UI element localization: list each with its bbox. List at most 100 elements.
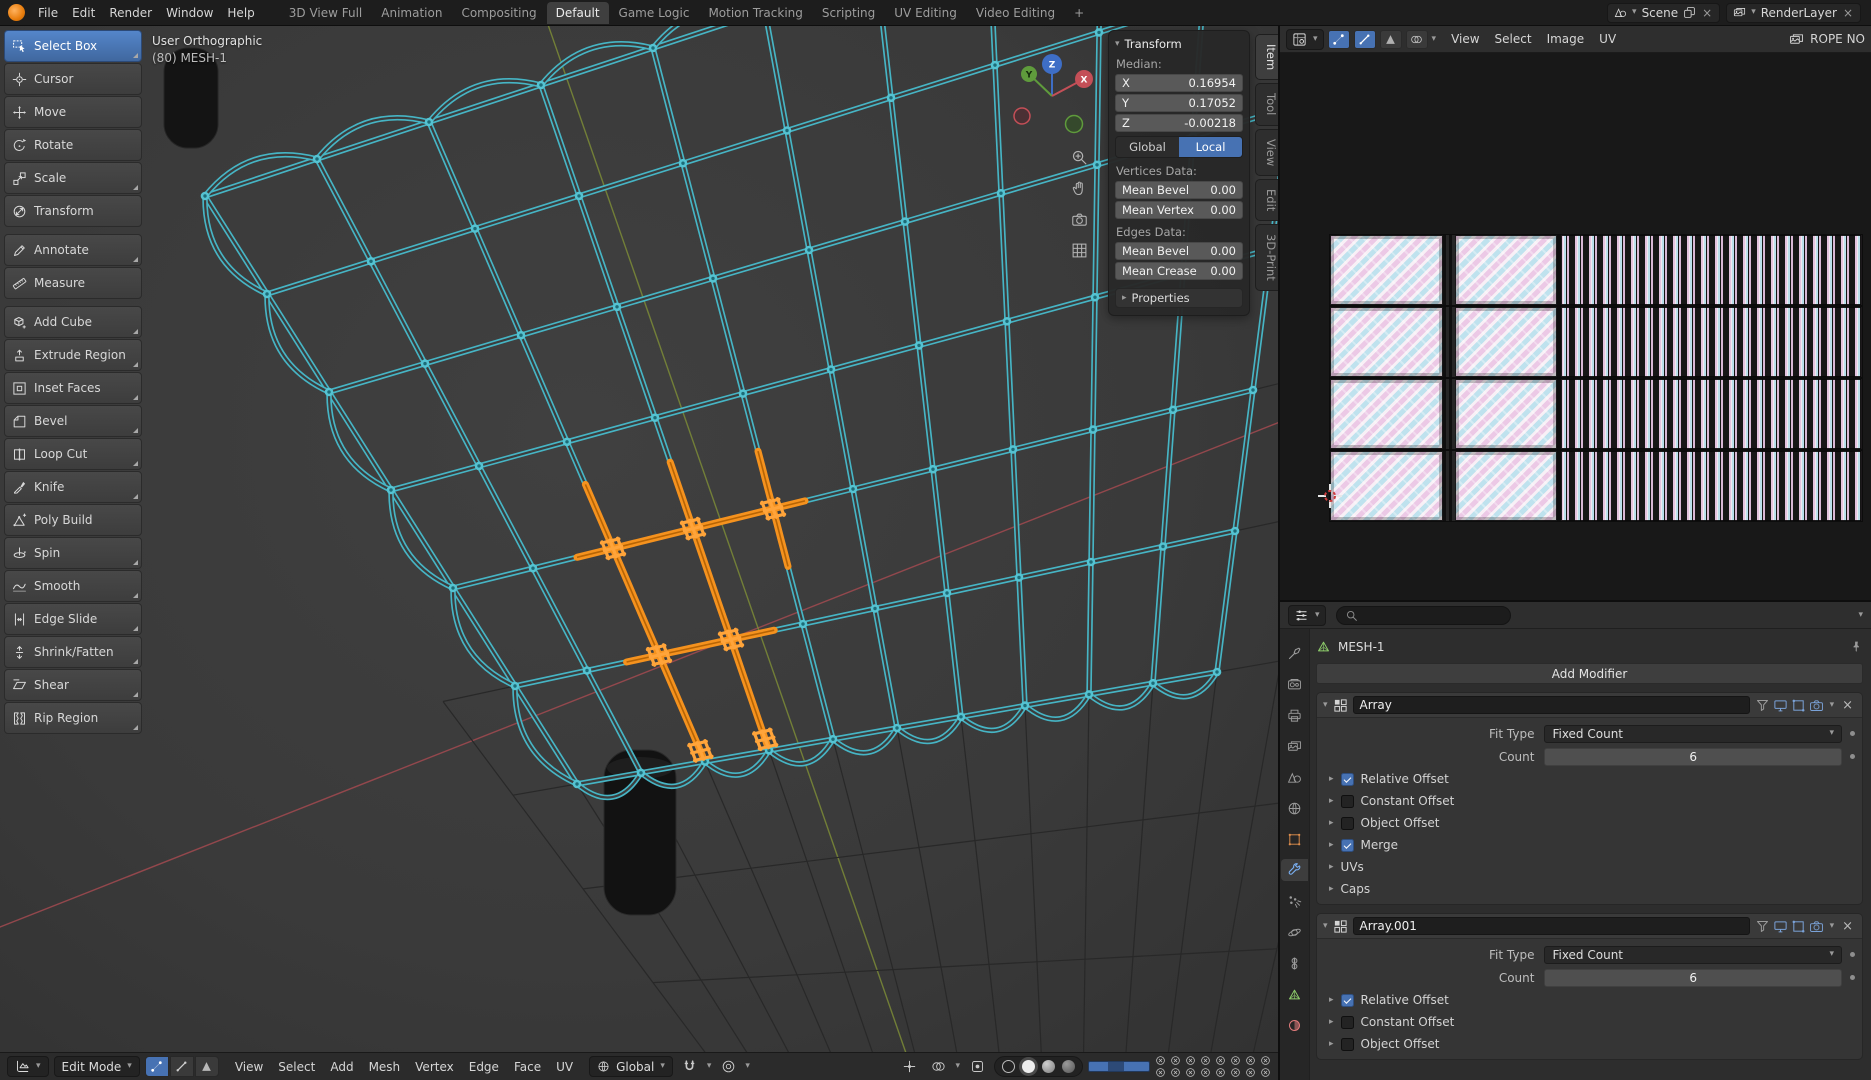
delete-modifier-button[interactable]: ×: [1839, 919, 1856, 934]
display-render-icon[interactable]: [1809, 918, 1825, 934]
collapse-chevron-icon[interactable]: ▾: [1115, 39, 1120, 49]
layer-browse-chevron[interactable]: ▾: [1751, 8, 1756, 17]
uv-vertex-select-button[interactable]: [1327, 29, 1350, 49]
expand-chevron-icon[interactable]: ▾: [1323, 921, 1328, 931]
uv-island-select-button[interactable]: [1405, 29, 1428, 49]
display-render-icon[interactable]: [1809, 697, 1825, 713]
modifier-name-field[interactable]: Array: [1352, 696, 1750, 714]
ortho-grid-icon[interactable]: [1068, 239, 1090, 261]
tool-rotate[interactable]: Rotate: [4, 129, 142, 161]
viewport-menu-add[interactable]: Add: [323, 1057, 360, 1077]
props-tab-tool[interactable]: [1281, 642, 1308, 664]
edge-mean-crease[interactable]: Mean Crease 0.00: [1115, 262, 1243, 280]
pan-hand-icon[interactable]: [1068, 177, 1090, 199]
pin-icon[interactable]: [1850, 640, 1863, 653]
material-shading-button[interactable]: [1042, 1060, 1055, 1073]
editor-type-button[interactable]: ▾: [7, 1056, 49, 1077]
overlays-options-chevron[interactable]: ▾: [955, 1062, 960, 1071]
tool-extrude-region[interactable]: Extrude Region: [4, 339, 142, 371]
modifier-extras-chevron[interactable]: ▾: [1830, 700, 1835, 710]
expand-chevron-icon[interactable]: ▸: [1329, 1039, 1334, 1049]
props-editor-type-button[interactable]: ▾: [1288, 604, 1326, 626]
edge-mean-bevel[interactable]: Mean Bevel 0.00: [1115, 242, 1243, 260]
viewport-menu-edge[interactable]: Edge: [462, 1057, 506, 1077]
viewport-menu-uv[interactable]: UV: [549, 1057, 580, 1077]
navigation-gizmo[interactable]: Z Y X: [1004, 46, 1100, 146]
props-tab-material[interactable]: [1281, 1014, 1308, 1036]
workspace-tab-compositing[interactable]: Compositing: [452, 2, 545, 24]
uv-2d-cursor[interactable]: [1317, 483, 1343, 509]
tool-spin[interactable]: Spin: [4, 537, 142, 569]
tool-measure[interactable]: Measure: [4, 267, 142, 299]
field-number-count[interactable]: 6: [1544, 747, 1842, 766]
modifier-name-field[interactable]: Array.001: [1352, 917, 1750, 935]
3d-viewport[interactable]: User Orthographic (80) MESH-1 Select Box…: [0, 26, 1278, 1052]
camera-view-icon[interactable]: [1068, 208, 1090, 230]
props-tab-view-layer[interactable]: [1281, 735, 1308, 757]
vertex-mean-vertex[interactable]: Mean Vertex 0.00: [1115, 201, 1243, 219]
workspace-tab-scripting[interactable]: Scripting: [813, 2, 884, 24]
props-tab-world[interactable]: [1281, 797, 1308, 819]
tool-rip-region[interactable]: Rip Region: [4, 702, 142, 734]
uv-menu-uv[interactable]: UV: [1592, 29, 1623, 49]
scene-selector[interactable]: ▾ Scene ×: [1607, 2, 1721, 23]
expand-chevron-icon[interactable]: ▸: [1329, 995, 1334, 1005]
viewport-menu-view[interactable]: View: [228, 1057, 270, 1077]
delete-modifier-button[interactable]: ×: [1839, 698, 1856, 713]
gizmo-neg-y-axis[interactable]: [1064, 114, 1084, 134]
proportional-editing-button[interactable]: [716, 1056, 740, 1077]
snap-toggle-button[interactable]: [678, 1056, 702, 1077]
sidebar-tab-view[interactable]: View: [1255, 128, 1278, 176]
median-z[interactable]: Z -0.00218: [1115, 114, 1243, 132]
shading-options-widget[interactable]: [1088, 1061, 1150, 1072]
snap-options-chevron[interactable]: ▾: [707, 1062, 712, 1071]
uv-editor-type-button[interactable]: ▾: [1286, 28, 1324, 50]
tool-cursor[interactable]: Cursor: [4, 63, 142, 95]
expand-chevron-icon[interactable]: ▸: [1329, 818, 1334, 828]
show-overlays-button[interactable]: [926, 1056, 950, 1077]
props-tab-scene[interactable]: [1281, 766, 1308, 788]
tool-inset-faces[interactable]: Inset Faces: [4, 372, 142, 404]
face-select-mode-button[interactable]: [194, 1056, 219, 1077]
menu-file[interactable]: File: [31, 2, 65, 24]
checkbox-relative-offset[interactable]: [1340, 993, 1354, 1007]
props-tab-object[interactable]: [1281, 828, 1308, 850]
tool-move[interactable]: Move: [4, 96, 142, 128]
field-dropdown-fit-type[interactable]: Fixed Count ▾: [1544, 724, 1842, 743]
display-viewport-icon[interactable]: [1773, 697, 1789, 713]
uv-face-select-button[interactable]: [1379, 29, 1402, 49]
unlink-scene-icon[interactable]: ×: [1701, 6, 1713, 20]
menu-edit[interactable]: Edit: [65, 2, 102, 24]
show-gizmo-button[interactable]: [897, 1056, 921, 1077]
render-layer-selector[interactable]: ▾ RenderLayer ×: [1726, 2, 1861, 23]
tool-edge-slide[interactable]: Edge Slide: [4, 603, 142, 635]
uv-select-options-chevron[interactable]: ▾: [1432, 34, 1437, 44]
props-tab-render[interactable]: [1281, 673, 1308, 695]
workspace-tab-3d-view-full[interactable]: 3D View Full: [280, 2, 372, 24]
workspace-tab-default[interactable]: Default: [546, 1, 609, 24]
local-button[interactable]: Local: [1179, 137, 1242, 157]
header-options-chevron[interactable]: ▾: [1858, 610, 1863, 620]
checkbox-constant-offset[interactable]: [1340, 794, 1354, 808]
gizmo-neg-x-axis[interactable]: [1013, 107, 1031, 125]
tool-shrink-fatten[interactable]: Shrink/Fatten: [4, 636, 142, 668]
tool-transform[interactable]: Transform: [4, 195, 142, 227]
tool-poly-build[interactable]: Poly Build: [4, 504, 142, 536]
image-datablock-icon[interactable]: [1789, 32, 1804, 47]
sidebar-tab-tool[interactable]: Tool: [1255, 83, 1278, 126]
checkbox-relative-offset[interactable]: [1340, 772, 1354, 786]
tool-shear[interactable]: Shear: [4, 669, 142, 701]
props-tab-output[interactable]: [1281, 704, 1308, 726]
workspace-tab-uv-editing[interactable]: UV Editing: [885, 2, 966, 24]
checkbox-object-offset[interactable]: [1340, 1037, 1354, 1051]
transform-orientation-dropdown[interactable]: Global ▾: [589, 1056, 673, 1077]
tool-smooth[interactable]: Smooth: [4, 570, 142, 602]
keyframe-dot[interactable]: [1850, 975, 1855, 980]
props-tab-physics[interactable]: [1281, 921, 1308, 943]
vertex-mean-bevel[interactable]: Mean Bevel 0.00: [1115, 181, 1243, 199]
checkbox-object-offset[interactable]: [1340, 816, 1354, 830]
workspace-tab-animation[interactable]: Animation: [372, 2, 451, 24]
expand-chevron-icon[interactable]: ▸: [1329, 1017, 1334, 1027]
props-tab-constraints[interactable]: [1281, 952, 1308, 974]
keyframe-dot[interactable]: [1850, 952, 1855, 957]
